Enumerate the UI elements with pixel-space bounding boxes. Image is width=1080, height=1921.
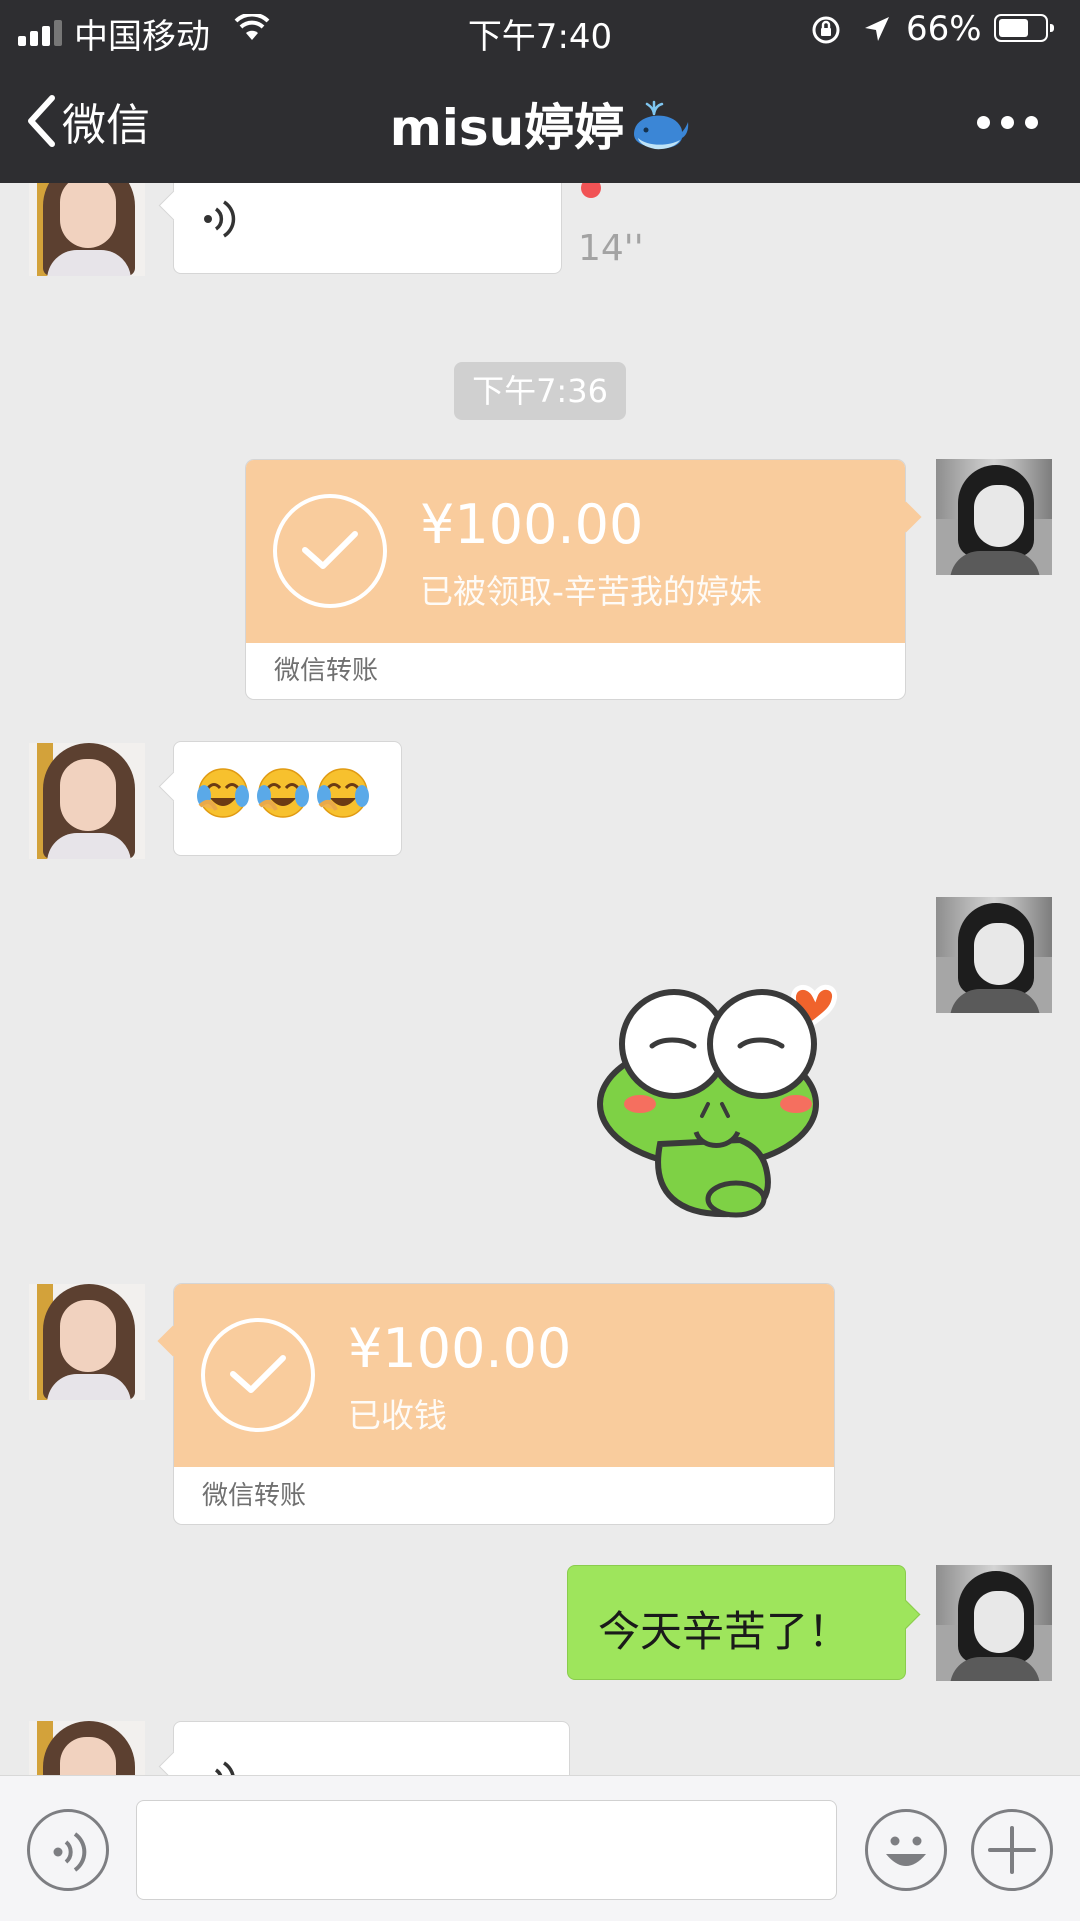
timestamp-pill: 下午7:36 [454, 362, 626, 420]
unread-dot [581, 183, 601, 198]
contact-avatar[interactable] [29, 1284, 145, 1400]
emoji-face-icon[interactable] [865, 1809, 947, 1891]
contact-avatar[interactable] [29, 1721, 145, 1775]
whale-emoji-icon [628, 100, 690, 164]
orientation-lock-icon [812, 16, 840, 44]
transfer-card-sent[interactable]: ¥100.00 已被领取-辛苦我的婷妹 微信转账 [245, 459, 922, 700]
my-avatar[interactable] [936, 459, 1052, 575]
transfer-amount: ¥100.00 [420, 493, 644, 556]
status-bar: 中国移动 下午7:40 66% [0, 0, 1080, 60]
my-avatar[interactable] [936, 897, 1052, 1013]
contact-avatar[interactable] [29, 743, 145, 859]
text-message-bubble[interactable]: 今天辛苦了！ [567, 1565, 906, 1680]
my-avatar[interactable] [936, 1565, 1052, 1681]
face-with-tears-icon [257, 768, 309, 818]
transfer-footer: 微信转账 [202, 1481, 307, 1511]
chat-area: 14'' 下午7:36 ¥100.00 已被领取-辛苦我的婷妹 微信转账 ¥10… [0, 183, 1080, 1775]
face-with-tears-icon [317, 768, 369, 818]
transfer-card-received[interactable]: ¥100.00 已收钱 微信转账 [157, 1283, 835, 1525]
frog-sticker-icon[interactable] [590, 954, 860, 1224]
contact-avatar[interactable] [29, 183, 145, 276]
chat-title: misu婷婷 [0, 88, 1080, 164]
transfer-footer: 微信转账 [274, 656, 379, 686]
check-circle-icon [201, 1318, 315, 1432]
text-message: 今天辛苦了！ [598, 1607, 851, 1656]
transfer-note: 已收钱 [348, 1396, 447, 1435]
plus-icon[interactable] [971, 1809, 1053, 1891]
voice-message-bubble[interactable] [173, 183, 562, 274]
input-bar [0, 1775, 1080, 1921]
transfer-note: 已被领取-辛苦我的婷妹 [420, 572, 762, 611]
nav-bar: 微信 misu婷婷 [0, 60, 1080, 183]
voice-duration: 14'' [578, 228, 644, 269]
chat-title-text: misu婷婷 [389, 99, 625, 157]
emoji-row [196, 766, 370, 820]
location-arrow-icon [865, 17, 889, 41]
transfer-amount: ¥100.00 [348, 1317, 572, 1380]
voice-wave-icon [204, 200, 236, 238]
message-input[interactable] [136, 1800, 837, 1900]
face-with-tears-icon [197, 768, 249, 818]
top-bar: 中国移动 下午7:40 66% 微信 misu婷婷 [0, 0, 1080, 183]
emoji-message-bubble[interactable] [173, 741, 402, 856]
voice-message-bubble[interactable] [173, 1721, 570, 1775]
more-dots-icon[interactable] [966, 114, 1038, 133]
check-circle-icon [273, 494, 387, 608]
voice-wave-icon [214, 1761, 235, 1775]
battery-icon [994, 14, 1054, 42]
battery-percent: 66% [906, 9, 982, 49]
voice-mode-icon[interactable] [27, 1809, 109, 1891]
